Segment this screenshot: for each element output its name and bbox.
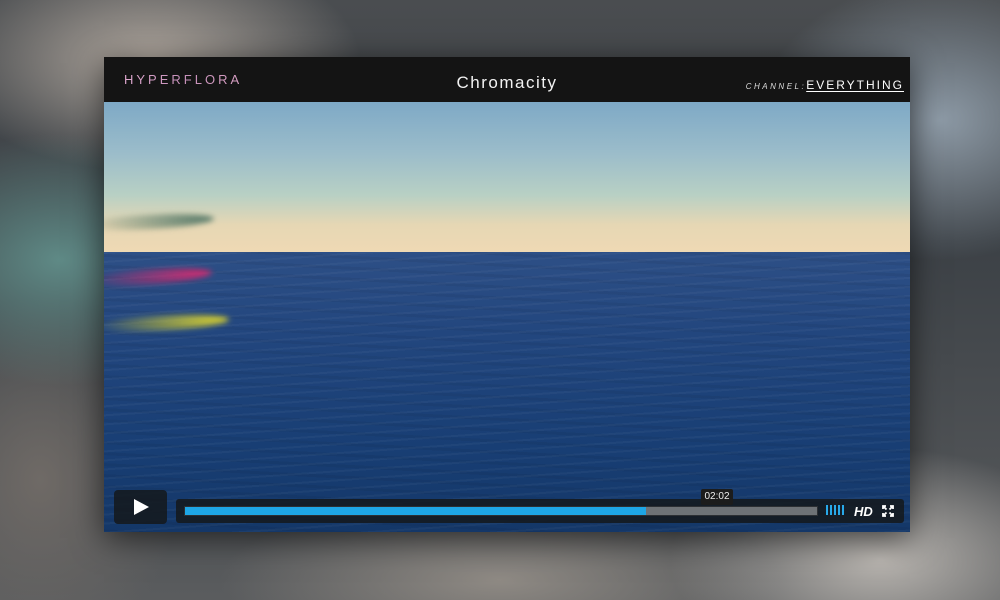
player-controls: 02:02 HD bbox=[104, 489, 910, 528]
video-frame[interactable] bbox=[104, 102, 910, 532]
hd-toggle[interactable]: HD bbox=[854, 504, 873, 519]
channel-label: CHANNEL: bbox=[745, 82, 807, 91]
channel-indicator: CHANNEL:EVERYTHING bbox=[746, 76, 904, 94]
progress-bar[interactable] bbox=[184, 506, 818, 516]
progress-fill bbox=[185, 507, 647, 515]
fullscreen-icon[interactable] bbox=[882, 505, 894, 517]
video-sky bbox=[104, 102, 910, 252]
play-button[interactable] bbox=[114, 490, 167, 524]
channel-link[interactable]: EVERYTHING bbox=[806, 78, 904, 92]
play-icon bbox=[134, 499, 149, 515]
player-header: HYPERFLORA Chromacity CHANNEL:EVERYTHING bbox=[104, 57, 910, 102]
video-player: HYPERFLORA Chromacity CHANNEL:EVERYTHING… bbox=[104, 57, 910, 532]
time-tooltip: 02:02 bbox=[701, 489, 733, 505]
volume-icon[interactable] bbox=[826, 505, 848, 517]
control-bar: 02:02 HD bbox=[176, 489, 904, 523]
